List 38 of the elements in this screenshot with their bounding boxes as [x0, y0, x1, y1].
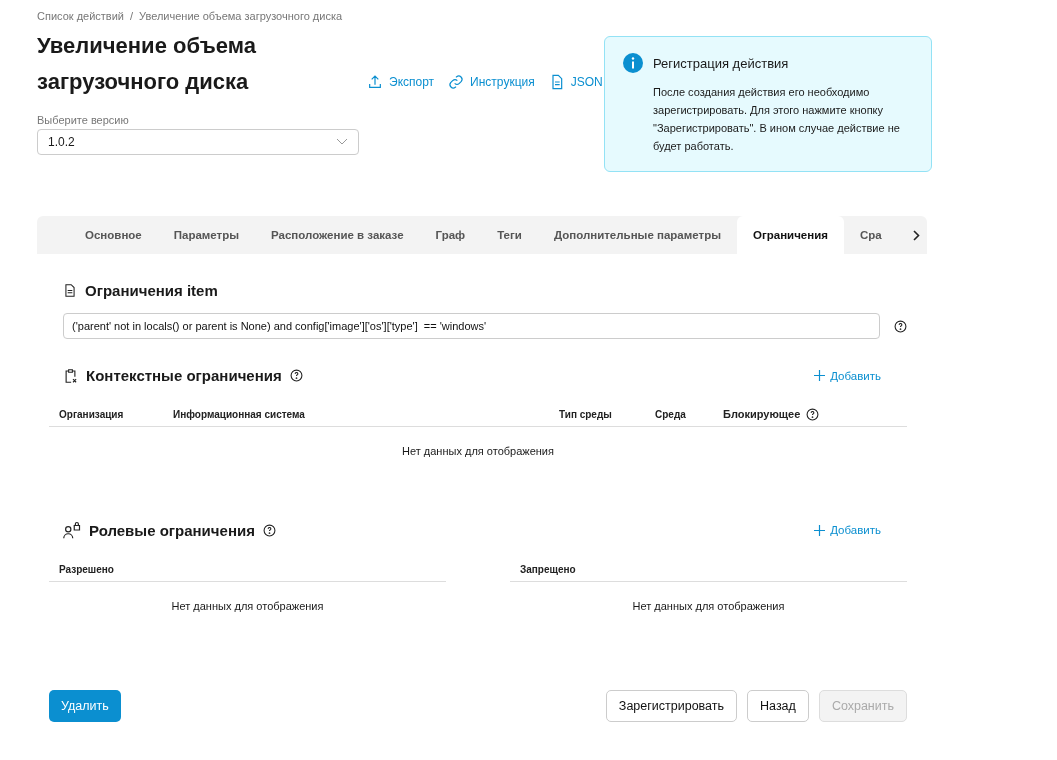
empty-message: Нет данных для отображения: [631, 599, 786, 614]
action-button[interactable]: Зарегистрировать: [605, 690, 738, 722]
column-header: Организация: [59, 408, 125, 420]
expression-input[interactable]: ('parent' not in locals() or parent is None) and config['image']['os']['type'] == 'windows': [63, 313, 880, 339]
column-header: Информационная система: [173, 408, 306, 420]
tab[interactable]: Расположение в заказе: [255, 216, 420, 254]
column-header: Блокирующее: [723, 408, 801, 420]
breadcrumb-link[interactable]: Список действий: [37, 10, 124, 22]
header-link[interactable]: JSON: [548, 74, 603, 90]
tab[interactable]: Основное: [69, 216, 158, 254]
section-title: Контекстные ограничения: [86, 367, 282, 384]
breadcrumb-separator: /: [130, 10, 134, 22]
column-header: Разрешено: [59, 563, 115, 575]
action-button[interactable]: Назад: [747, 690, 809, 722]
add-link[interactable]: Добавить: [814, 369, 881, 382]
tab[interactable]: Граф: [419, 216, 482, 254]
tab[interactable]: Сра: [844, 216, 898, 254]
tab[interactable]: Параметры: [157, 216, 256, 254]
tab[interactable]: Дополнительные параметры: [537, 216, 737, 254]
tab[interactable]: Ограничения: [737, 216, 844, 254]
add-link[interactable]: Добавить: [814, 524, 881, 536]
page-title: Увеличение объема загрузочного диска: [37, 32, 257, 96]
column-header: Тип среды: [559, 408, 613, 420]
tab[interactable]: Теги: [481, 216, 538, 254]
column-header: Запрещено: [520, 563, 577, 575]
column-header: Среда: [655, 408, 687, 420]
notice-title: Регистрация действия: [653, 55, 789, 71]
notice-text: После создания действия его необходимо зарегистрировать. Для этого нажмите кнопку "Зарегистрировать". В ином случае действие не будет работать.: [653, 85, 901, 154]
delete-button[interactable]: Удалить: [49, 690, 121, 722]
section-title: Ролевые ограничения: [89, 521, 255, 539]
empty-message: Нет данных для отображения: [401, 444, 555, 459]
section-title: Ограничения item: [85, 282, 218, 299]
header-link[interactable]: Экспорт: [367, 74, 435, 90]
breadcrumb-link[interactable]: Увеличение объема загрузочного диска: [139, 10, 343, 22]
header-link[interactable]: Инструкция: [448, 74, 535, 90]
empty-message: Нет данных для отображения: [170, 599, 325, 614]
version-label: Выберите версию: [37, 114, 130, 126]
version-select[interactable]: 1.0.2: [37, 129, 359, 155]
